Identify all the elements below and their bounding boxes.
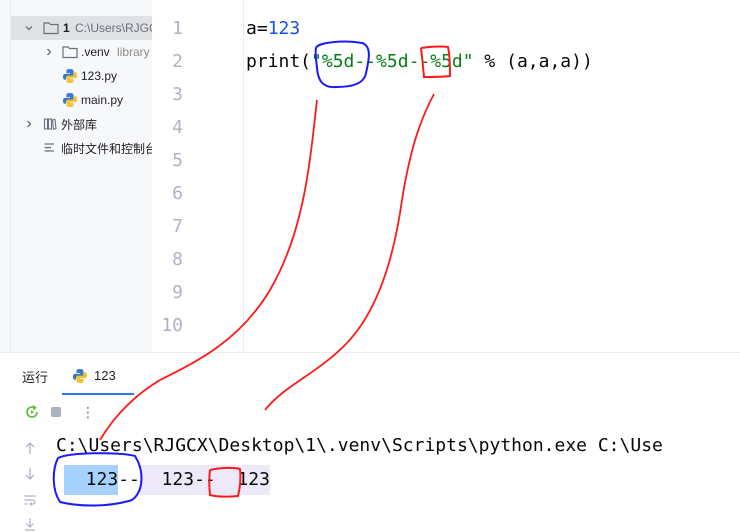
python-file-icon [62,68,78,87]
stop-icon[interactable] [48,404,64,420]
code-line-1[interactable]: a=123 [246,18,300,39]
gutter-divider [243,0,244,352]
output-value: 123 [139,465,195,495]
output-separator: -- [118,469,140,490]
line-number: 7 [172,216,183,237]
line-number: 1 [172,18,183,39]
console-result-line: 123-- 123-- 123 [64,465,270,495]
tree-item-root[interactable]: 1 C:\Users\RJGC [11,16,152,40]
scratches-icon [43,141,57,158]
line-number: 3 [172,84,183,105]
console-output[interactable]: C:\Users\RJGCX\Desktop\1\.venv\Scripts\p… [48,428,740,532]
python-file-icon [72,368,88,387]
tree-item-venv[interactable]: .venv library [11,40,152,64]
line-number: 9 [172,282,183,303]
folder-icon [62,45,78,62]
code-number: 123 [267,18,301,39]
file-name: 123.py [81,69,118,83]
file-name: main.py [81,93,124,107]
output-separator: -- [194,465,216,495]
chevron-down-icon[interactable] [23,22,35,34]
rerun-icon[interactable] [24,404,40,420]
tree-item-scratches[interactable]: 临时文件和控制台 [11,136,152,160]
code-var: a= [246,18,268,39]
line-number: 4 [172,117,183,138]
tool-window-strip [0,0,11,352]
line-number: 8 [172,249,183,270]
run-panel-title: 运行 [22,370,49,385]
scratches-label: 临时文件和控制台 [61,141,152,156]
external-libs-label: 外部库 [61,117,98,132]
arrow-up-icon[interactable] [22,440,38,456]
scroll-to-end-icon[interactable] [22,516,38,532]
code-editor[interactable]: a=123 print("%5d--%5d--%5d" % (a,a,a)) [246,0,740,352]
output-value-selected: 123 [64,465,119,495]
run-tab-label: 123 [94,368,116,383]
run-panel-header: 运行 123 [0,353,740,395]
python-file-icon [62,92,78,111]
arrow-down-icon[interactable] [22,466,38,482]
code-string: "%5d--%5d--%5d" [311,51,474,72]
chevron-right-icon[interactable] [23,118,35,130]
project-panel: 1 C:\Users\RJGC .venv library 123.py mai… [11,0,152,352]
root-folder-name: 1 [63,21,70,35]
tree-item-external-libs[interactable]: 外部库 [11,112,152,136]
output-value: 123 [215,465,270,495]
tree-item-file[interactable]: 123.py [11,64,152,88]
editor-gutter: 1 2 3 4 5 6 7 8 9 10 [152,0,243,352]
code-function: print( [246,51,312,72]
folder-icon [43,21,59,38]
venv-folder-name: .venv [81,45,110,59]
line-number: 10 [161,315,183,336]
library-icon [43,117,57,134]
line-number: 5 [172,150,183,171]
line-number: 2 [172,51,183,72]
code-line-2[interactable]: print("%5d--%5d--%5d" % (a,a,a)) [246,51,593,72]
more-options-icon[interactable]: ⋮ [80,404,96,420]
tree-item-file[interactable]: main.py [11,88,152,112]
chevron-right-icon[interactable] [43,46,55,58]
line-number: 6 [172,183,183,204]
run-toolbar: ⋮ [0,396,740,426]
tab-run-123[interactable]: 123 [62,359,134,395]
code-rest: % (a,a,a)) [473,51,593,72]
root-folder-path: C:\Users\RJGC [75,21,152,35]
console-gutter [0,428,46,532]
soft-wrap-icon[interactable] [22,492,38,508]
console-command-line: C:\Users\RJGCX\Desktop\1\.venv\Scripts\p… [56,435,663,456]
